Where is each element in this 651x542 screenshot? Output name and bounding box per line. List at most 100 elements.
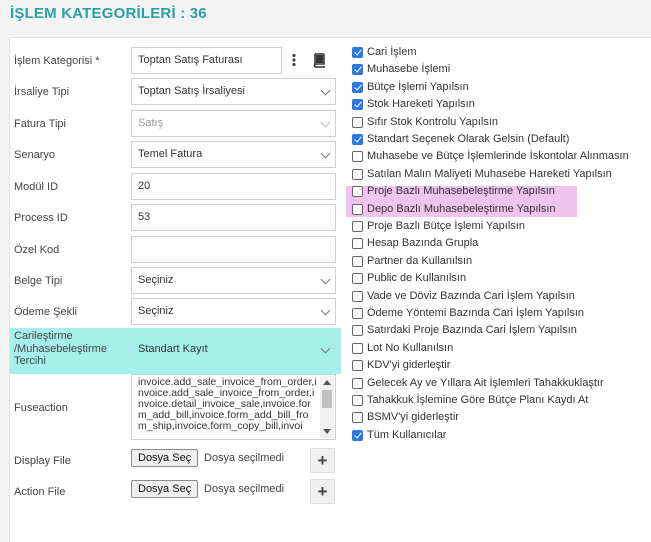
modul-id-label: Modül ID (14, 181, 59, 193)
plus-icon[interactable]: + (310, 479, 335, 504)
checkbox-label[interactable]: BSMV'yi giderleştir (367, 411, 459, 423)
checkbox-label[interactable]: Tahakkuk İşlemine Göre Bütçe Planı Kaydı… (367, 394, 588, 406)
checkbox-label[interactable]: Proje Bazlı Bütçe İşlemi Yapılsın (367, 220, 525, 232)
field-fatura-tipi: Fatura Tipi Satış (10, 110, 348, 137)
checkbox-label[interactable]: Depo Bazlı Muhasebeleştirme Yapılsın (367, 203, 556, 215)
chevron-down-icon (320, 117, 331, 128)
checkbox[interactable] (352, 221, 363, 232)
checkbox-label[interactable]: Gelecek Ay ve Yıllara Ait İşlemleri Taha… (367, 377, 604, 389)
irsaliye-tipi-value: Toptan Satış İrsaliyesi (138, 85, 245, 97)
checkbox-label[interactable]: Hesap Bazında Grupla (367, 237, 478, 249)
checkbox-label[interactable]: Muhasebe İşlemi (367, 63, 450, 75)
checkbox-label[interactable]: Sıfır Stok Kontrolu Yapılsın (367, 116, 498, 128)
irsaliye-tipi-select[interactable]: Toptan Satış İrsaliyesi (131, 78, 336, 105)
fatura-tipi-value: Satış (138, 117, 164, 129)
scroll-thumb[interactable] (322, 390, 332, 408)
checkbox-label[interactable]: Partner da Kullanılsın (367, 255, 472, 267)
checkbox[interactable] (352, 203, 363, 215)
fuseaction-label: Fuseaction (14, 402, 68, 414)
checkbox[interactable] (352, 47, 363, 58)
islem-kategorisi-input[interactable]: Toptan Satış Faturası (131, 47, 282, 74)
senaryo-select[interactable]: Temel Fatura (131, 141, 336, 168)
checkbox[interactable] (352, 290, 363, 302)
irsaliye-tipi-label: İrsaliye Tipi (14, 86, 70, 98)
process-id-label: Process ID (14, 212, 68, 224)
field-action-file: Action File Dosya Seç Dosya seçilmedi + (10, 479, 348, 506)
field-modul-id: Modül ID 20 (10, 173, 348, 200)
display-file-label: Display File (14, 455, 71, 467)
checkbox[interactable] (352, 308, 363, 319)
vertical-dots-icon[interactable] (286, 52, 302, 68)
belge-tipi-select[interactable]: Seçiniz (131, 267, 336, 294)
checkbox-label[interactable]: Vade ve Döviz Bazında Cari İşlem Yapılsı… (367, 290, 575, 302)
field-irsaliye-tipi: İrsaliye Tipi Toptan Satış İrsaliyesi (10, 78, 348, 105)
checkbox-label[interactable]: Lot No Kullanılsın (367, 342, 453, 354)
field-belge-tipi: Belge Tipi Seçiniz (10, 267, 348, 294)
chevron-down-icon (320, 343, 331, 354)
carilestirme-label-line3: Tercihi (14, 355, 46, 367)
checkbox[interactable] (352, 325, 363, 337)
checkbox[interactable] (352, 238, 363, 250)
checkbox-label[interactable]: Bütçe İşlemi Yapılsın (367, 81, 469, 93)
checkbox-label[interactable]: Tüm Kullanıcılar (367, 429, 446, 441)
book-icon[interactable] (311, 52, 327, 68)
action-file-label: Action File (14, 486, 66, 498)
checkbox-label[interactable]: Satırdaki Proje Bazında Cari İşlem Yapıl… (367, 324, 577, 336)
checkbox[interactable] (352, 134, 363, 145)
checkbox[interactable] (352, 168, 363, 180)
carilestirme-label: Carileştirme /Muhasebeleştirme Tercihi (14, 330, 107, 368)
checkbox[interactable] (352, 255, 363, 267)
process-id-input[interactable]: 53 (131, 204, 336, 231)
checkbox-label[interactable]: Public de Kullanılsın (367, 272, 466, 284)
checkbox[interactable] (352, 99, 363, 111)
checkbox-label[interactable]: Satılan Malın Maliyeti Muhasebe Hareketi… (367, 168, 612, 180)
page-title: İŞLEM KATEGORİLERİ : 36 (10, 5, 207, 22)
ozel-kod-input[interactable] (131, 236, 336, 263)
fatura-tipi-select[interactable]: Satış (131, 110, 336, 137)
fuseaction-scrollbar[interactable] (320, 376, 334, 438)
checkbox[interactable] (352, 81, 363, 93)
checkbox[interactable] (352, 273, 363, 285)
checkbox[interactable] (352, 151, 363, 163)
odeme-sekli-label: Ödeme Şekli (14, 306, 77, 318)
checkbox[interactable] (352, 377, 363, 389)
checkbox-label[interactable]: Ödeme Yöntemi Bazında Cari İşlem Yapılsı… (367, 307, 584, 319)
fatura-tipi-label: Fatura Tipi (14, 118, 66, 130)
scroll-up-icon[interactable] (323, 380, 331, 385)
checkbox[interactable] (352, 360, 363, 372)
checkbox-label[interactable]: Proje Bazlı Muhasebeleştirme Yapılsın (367, 185, 555, 197)
field-display-file: Display File Dosya Seç Dosya seçilmedi + (10, 448, 348, 475)
senaryo-value: Temel Fatura (138, 148, 203, 160)
checkbox[interactable] (352, 342, 363, 354)
ozel-kod-label: Özel Kod (14, 244, 60, 256)
checkbox-label[interactable]: Muhasebe ve Bütçe İşlemlerinde İskontola… (367, 150, 629, 162)
action-file-choose-button[interactable]: Dosya Seç (131, 480, 199, 498)
chevron-down-icon (320, 274, 331, 285)
plus-icon[interactable]: + (310, 448, 335, 473)
carilestirme-select[interactable]: Standart Kayıt (131, 335, 336, 364)
checkbox[interactable] (352, 429, 363, 441)
checkbox-label[interactable]: Stok Hareketi Yapılsın (367, 98, 475, 110)
checkbox[interactable] (352, 64, 363, 76)
carilestirme-label-line2: /Muhasebeleştirme (14, 342, 107, 355)
fuseaction-value: invoice.add_sale_invoice_from_order,invo… (138, 376, 317, 432)
checkbox[interactable] (352, 412, 363, 424)
checkbox-label[interactable]: Standart Seçenek Olarak Gelsin (Default) (367, 133, 569, 145)
field-carilestirme: Carileştirme /Muhasebeleştirme Tercihi S… (10, 330, 348, 372)
belge-tipi-label: Belge Tipi (14, 275, 63, 287)
fuseaction-textarea[interactable]: invoice.add_sale_invoice_from_order,invo… (131, 374, 336, 440)
checkbox-label[interactable]: Cari İşlem (367, 46, 417, 58)
odeme-sekli-select[interactable]: Seçiniz (131, 298, 336, 325)
display-file-choose-button[interactable]: Dosya Seç (131, 449, 199, 467)
odeme-sekli-value: Seçiniz (138, 305, 174, 317)
checkbox-label[interactable]: KDV'yi giderleştir (367, 359, 450, 371)
senaryo-label: Senaryo (14, 149, 55, 161)
modul-id-input[interactable]: 20 (131, 173, 336, 200)
checkbox[interactable] (352, 186, 363, 198)
field-islem-kategorisi: İşlem Kategorisi * Toptan Satış Faturası (10, 47, 348, 74)
checkbox[interactable] (352, 395, 363, 406)
belge-tipi-value: Seçiniz (138, 274, 174, 286)
scroll-down-icon[interactable] (323, 429, 331, 434)
chevron-down-icon (320, 305, 331, 316)
checkbox[interactable] (352, 116, 363, 128)
